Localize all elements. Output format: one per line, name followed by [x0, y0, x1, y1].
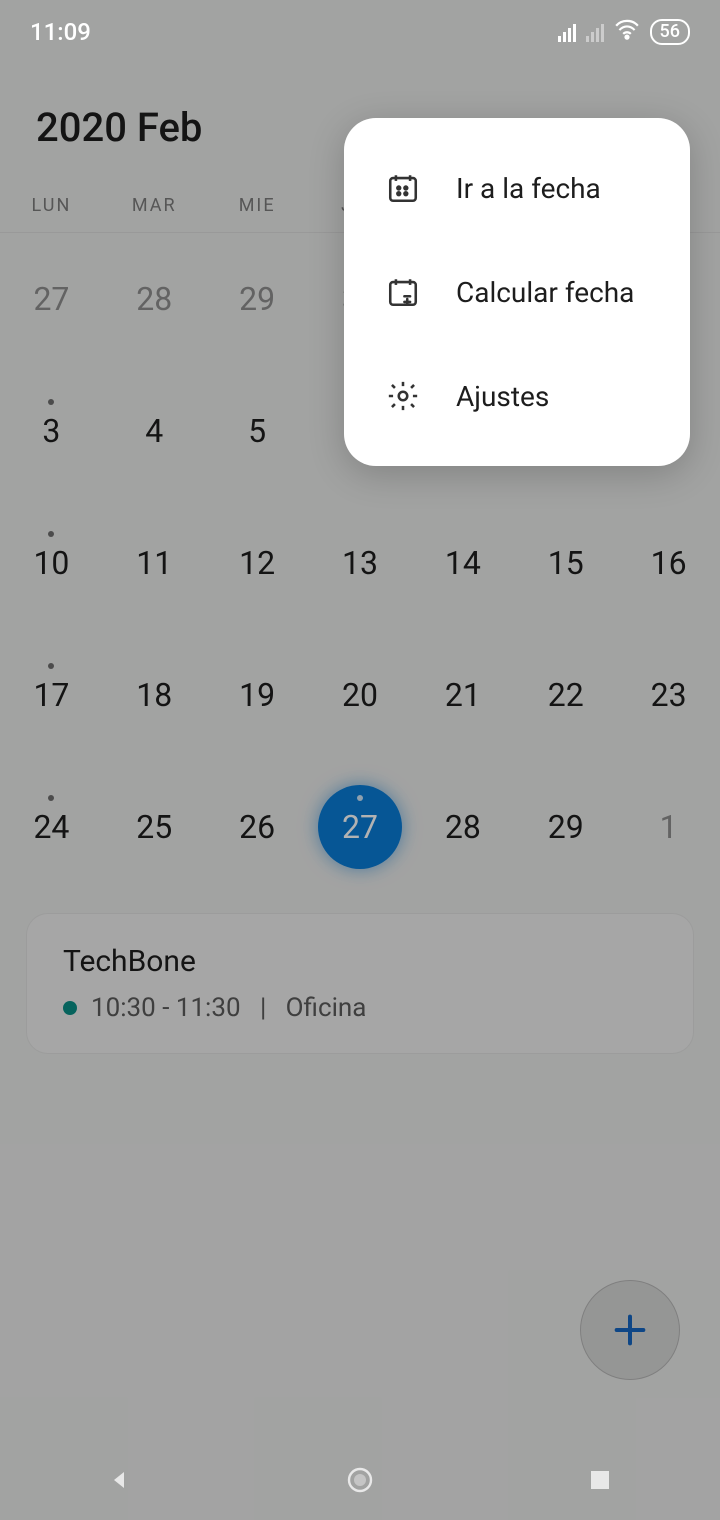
menu-item-label: Ajustes	[456, 380, 549, 413]
square-icon	[589, 1469, 611, 1491]
calendar-goto-icon	[384, 169, 422, 207]
nav-recent-button[interactable]	[570, 1450, 630, 1510]
home-icon	[345, 1465, 375, 1495]
menu-item-calculate-date[interactable]: Calcular fecha	[344, 240, 690, 344]
signal-secondary-icon	[586, 22, 604, 42]
back-icon	[108, 1468, 132, 1492]
signal-primary-icon	[558, 22, 576, 42]
menu-item-label: Ir a la fecha	[456, 172, 601, 205]
status-icons: 56	[558, 18, 690, 46]
system-navbar	[0, 1440, 720, 1520]
nav-back-button[interactable]	[90, 1450, 150, 1510]
status-bar: 11:09 56	[0, 0, 720, 64]
nav-home-button[interactable]	[330, 1450, 390, 1510]
status-time: 11:09	[30, 18, 558, 46]
menu-item-settings[interactable]: Ajustes	[344, 344, 690, 448]
battery-level: 56	[650, 19, 690, 45]
calendar-calc-icon	[384, 273, 422, 311]
gear-icon	[384, 377, 422, 415]
menu-item-label: Calcular fecha	[456, 276, 634, 309]
menu-item-go-to-date[interactable]: Ir a la fecha	[344, 136, 690, 240]
overflow-menu: Ir a la fecha Calcular fecha Ajustes	[344, 118, 690, 466]
wifi-icon	[614, 18, 640, 46]
